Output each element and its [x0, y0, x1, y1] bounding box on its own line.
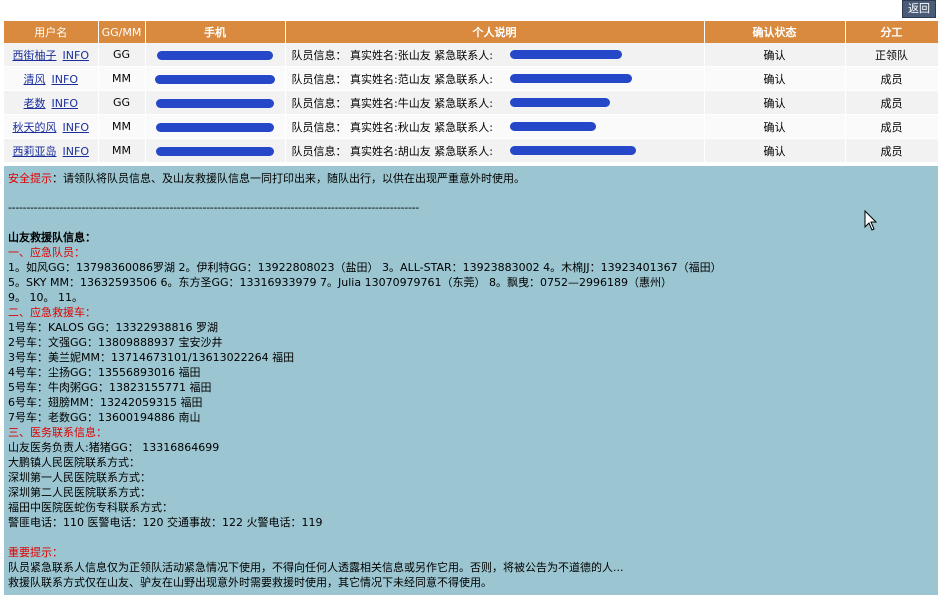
table-row: 老数 INFO GG 队员信息： 真实姓名:牛山友 紧急联系人: 确认 成员 — [4, 90, 939, 115]
description-text: 队员信息： 真实姓名:范山友 紧急联系人: — [291, 72, 493, 86]
redaction-mark — [155, 74, 275, 84]
important-label: 重要提示： — [8, 546, 63, 559]
mouse-pointer-icon — [864, 210, 878, 231]
table-row: 清风 INFO MM 队员信息： 真实姓名:范山友 紧急联系人: 确认 成员 — [4, 66, 939, 91]
table-row: 西街柚子 INFO GG 队员信息： 真实姓名:张山友 紧急联系人: 确认 正领队 — [4, 43, 939, 67]
cell-phone — [145, 138, 286, 163]
redaction-mark — [509, 49, 622, 59]
cell-gender: GG — [98, 90, 146, 115]
info-link[interactable]: INFO — [52, 73, 78, 86]
cell-role: 成员 — [845, 66, 939, 91]
medical-line: 福田中医院医蛇伤专科联系方式： — [8, 501, 173, 514]
info-link[interactable]: INFO — [63, 121, 89, 134]
username-link[interactable]: 清风 — [24, 73, 46, 86]
back-button[interactable]: 返回 — [902, 0, 936, 18]
vehicle-line: 1号车：KALOS GG：13322938816 罗湖 — [8, 321, 218, 334]
cell-user: 西街柚子 INFO — [4, 43, 99, 67]
col-phone: 手机 — [145, 21, 286, 43]
cell-user: 清风 INFO — [4, 66, 99, 91]
cell-description: 队员信息： 真实姓名:张山友 紧急联系人: — [285, 43, 705, 67]
table-row: 秋天的风 INFO MM 队员信息： 真实姓名:秋山友 紧急联系人: 确认 成员 — [4, 114, 939, 139]
emergency-numbers: 警匪电话：110 医警电话：120 交通事故：122 火警电话：119 — [8, 516, 323, 529]
table-row: 西莉亚岛 INFO MM 队员信息： 真实姓名:胡山友 紧急联系人: 确认 成员 — [4, 138, 939, 163]
description-text: 队员信息： 真实姓名:秋山友 紧急联系人: — [291, 120, 493, 134]
col-username: 用户名 — [4, 21, 99, 43]
cell-status: 确认 — [704, 138, 846, 163]
cell-user: 老数 INFO — [4, 90, 99, 115]
cell-description: 队员信息： 真实姓名:秋山友 紧急联系人: — [285, 114, 705, 139]
cell-user: 西莉亚岛 INFO — [4, 138, 99, 163]
col-role: 分工 — [845, 21, 939, 43]
info-link[interactable]: INFO — [63, 49, 89, 62]
safety-text: ：请领队将队员信息、及山友救援队信息一同打印出来，随队出行，以供在出现严重意外时… — [52, 172, 525, 185]
vehicle-line: 7号车：老数GG：13600194886 南山 — [8, 411, 201, 424]
vehicle-line: 4号车：尘扬GG：13556893016 福田 — [8, 366, 201, 379]
cell-role: 成员 — [845, 114, 939, 139]
description-text: 队员信息： 真实姓名:张山友 紧急联系人: — [291, 48, 493, 62]
rescue-title: 山友救援队信息： — [8, 231, 96, 244]
redaction-mark — [157, 50, 273, 60]
vehicle-line: 6号车：翅膀MM：13242059315 福田 — [8, 396, 203, 409]
important-line: 救援队联系方式仅在山友、驴友在山野出现意外时需要救援时使用，其它情况下未经同意不… — [8, 576, 492, 589]
description-text: 队员信息： 真实姓名:胡山友 紧急联系人: — [291, 144, 493, 158]
cell-description: 队员信息： 真实姓名:牛山友 紧急联系人: — [285, 90, 705, 115]
medical-line: 深圳第一人民医院联系方式： — [8, 471, 151, 484]
cell-role: 正领队 — [845, 43, 939, 67]
cell-role: 成员 — [845, 90, 939, 115]
username-link[interactable]: 老数 — [24, 97, 46, 110]
description-text: 队员信息： 真实姓名:牛山友 紧急联系人: — [291, 96, 493, 110]
redaction-mark — [509, 73, 632, 83]
table-header-row: 用户名 GG/MM 手机 个人说明 确认状态 分工 — [4, 21, 939, 43]
col-gender: GG/MM — [98, 21, 146, 43]
responder-line: 9。 10。 11。 — [8, 291, 83, 304]
redaction-mark — [509, 121, 596, 131]
redaction-mark — [509, 97, 610, 107]
section-title-vehicles: 二、应急救援车： — [8, 306, 96, 319]
cell-user: 秋天的风 INFO — [4, 114, 99, 139]
cell-role: 成员 — [845, 138, 939, 163]
cell-description: 队员信息： 真实姓名:范山友 紧急联系人: — [285, 66, 705, 91]
cell-gender: MM — [98, 66, 146, 91]
username-link[interactable]: 秋天的风 — [13, 121, 57, 134]
info-panel: 安全提示：请领队将队员信息、及山友救援队信息一同打印出来，随队出行，以供在出现严… — [4, 166, 938, 595]
redaction-mark — [509, 145, 636, 155]
cell-status: 确认 — [704, 66, 846, 91]
responder-line: 1。如风GG：13798360086罗湖 2。伊利特GG：13922808023… — [8, 261, 722, 274]
cell-status: 确认 — [704, 43, 846, 67]
vehicle-line: 2号车：文强GG：13809888937 宝安沙井 — [8, 336, 223, 349]
cell-gender: GG — [98, 43, 146, 67]
medical-line: 山友医务负责人:猪猪GG： 13316864699 — [8, 441, 220, 454]
medical-line: 深圳第二人民医院联系方式： — [8, 486, 151, 499]
member-table: 用户名 GG/MM 手机 个人说明 确认状态 分工 西街柚子 INFO GG 队员… — [4, 21, 939, 163]
vehicle-line: 3号车：美兰妮MM：13714673101/13613022264 福田 — [8, 351, 295, 364]
responder-line: 5。SKY MM：13632593506 6。东方圣GG：13316933979… — [8, 276, 673, 289]
medical-line: 大鹏镇人民医院联系方式： — [8, 456, 140, 469]
safety-label: 安全提示 — [8, 172, 52, 185]
info-link[interactable]: INFO — [52, 97, 78, 110]
info-link[interactable]: INFO — [63, 145, 89, 158]
col-description: 个人说明 — [285, 21, 705, 43]
cell-gender: MM — [98, 114, 146, 139]
cell-status: 确认 — [704, 90, 846, 115]
cell-phone — [145, 43, 286, 67]
redaction-mark — [156, 98, 274, 108]
vehicle-line: 5号车：牛肉粥GG：13823155771 福田 — [8, 381, 212, 394]
cell-phone — [145, 90, 286, 115]
username-link[interactable]: 西街柚子 — [13, 49, 57, 62]
important-line: 队员紧急联系人信息仅为正领队活动紧急情况下使用，不得向任何人透露相关信息或另作它… — [8, 561, 624, 574]
cell-status: 确认 — [704, 114, 846, 139]
safety-notice: 安全提示：请领队将队员信息、及山友救援队信息一同打印出来，随队出行，以供在出现严… — [8, 171, 525, 186]
divider-line: ----------------------------------------… — [8, 201, 419, 214]
section-title-responders: 一、应急队员： — [8, 246, 85, 259]
redaction-mark — [156, 122, 274, 132]
cell-gender: MM — [98, 138, 146, 163]
section-title-medical: 三、医务联系信息： — [8, 426, 107, 439]
cell-phone — [145, 114, 286, 139]
cell-description: 队员信息： 真实姓名:胡山友 紧急联系人: — [285, 138, 705, 163]
top-bar: 返回 — [0, 0, 939, 20]
redaction-mark — [156, 146, 274, 156]
col-status: 确认状态 — [704, 21, 846, 43]
username-link[interactable]: 西莉亚岛 — [13, 145, 57, 158]
cell-phone — [145, 66, 286, 91]
